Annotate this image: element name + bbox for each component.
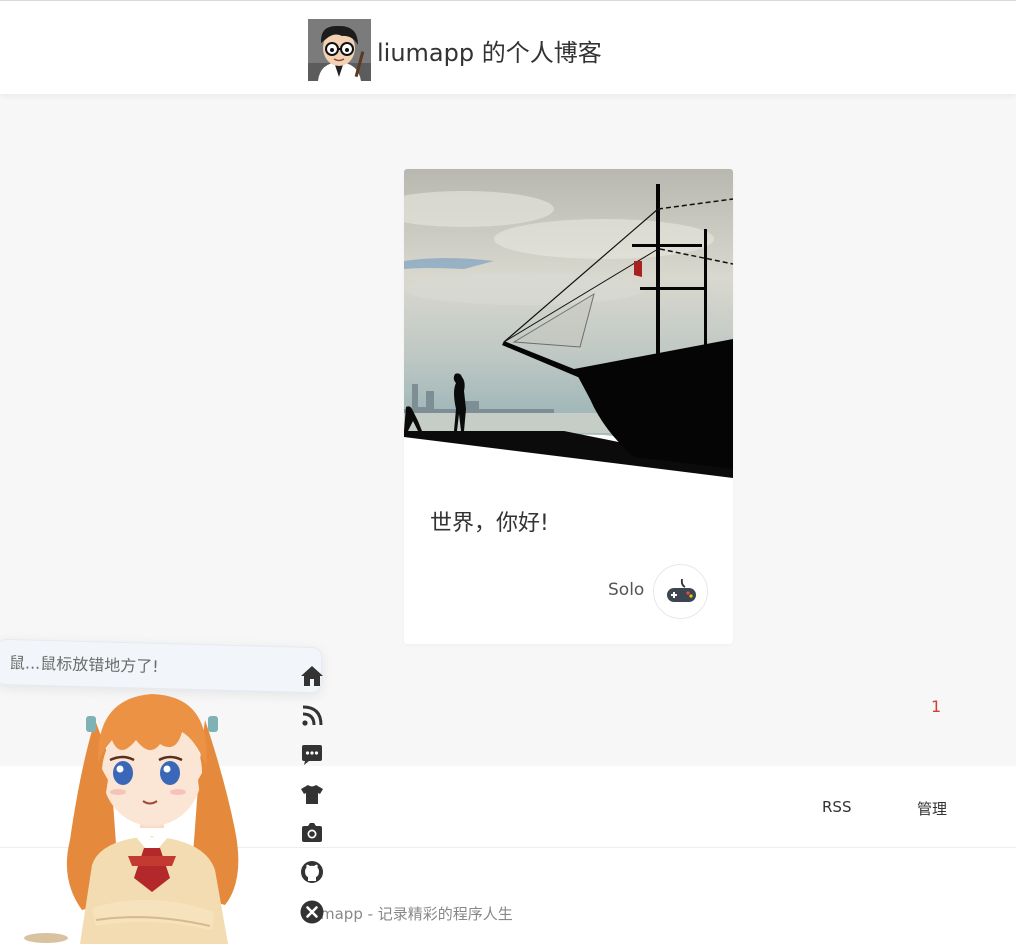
rss-icon[interactable] — [300, 704, 324, 728]
article-title[interactable]: 世界，你好! — [430, 505, 549, 537]
chat-icon[interactable] — [300, 743, 324, 767]
article-author[interactable]: Solo — [608, 580, 644, 600]
site-header: liumapp 的个人博客 — [0, 0, 1016, 94]
cartoon-avatar-icon — [308, 19, 371, 81]
site-home-link[interactable]: liumapp 的个人博客 — [308, 19, 602, 81]
anime-mascot-character[interactable] — [0, 680, 300, 944]
waifu-toolbar — [300, 664, 326, 929]
camera-icon[interactable] — [300, 821, 324, 845]
home-icon[interactable] — [300, 664, 324, 688]
waifu-tip-text: 鼠...鼠标放错地方了! — [8, 653, 159, 676]
pagination-page-current[interactable]: 1 — [931, 697, 941, 716]
pirate-ship-cover-image[interactable] — [404, 169, 733, 479]
footer-rss-link[interactable]: RSS — [822, 798, 851, 816]
footer-copyright: mapp - 记录精彩的程序人生 — [320, 905, 513, 923]
gamepad-icon — [667, 578, 696, 602]
footer-admin-link[interactable]: 管理 — [917, 798, 947, 819]
author-avatar[interactable] — [653, 564, 708, 619]
shirt-icon[interactable] — [300, 782, 324, 806]
site-title: liumapp 的个人博客 — [377, 38, 602, 67]
github-icon[interactable] — [300, 860, 324, 884]
close-icon[interactable] — [300, 900, 324, 924]
